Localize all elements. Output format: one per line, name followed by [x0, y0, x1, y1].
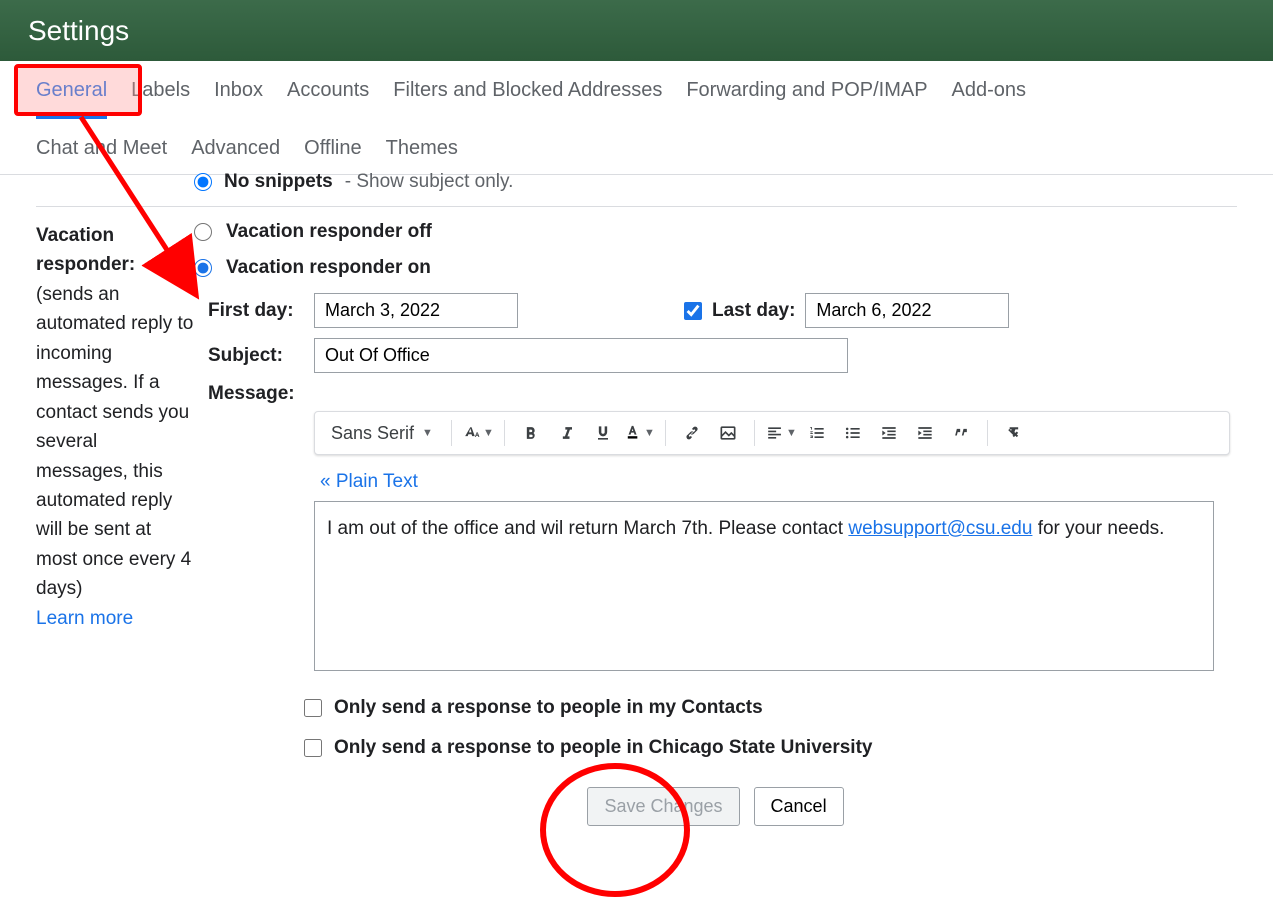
no-snippets-sub: - Show subject only.	[345, 173, 514, 193]
vacation-left: Vacation responder: (sends an automated …	[36, 221, 194, 836]
message-block: Sans Serif ▼ ▼ ▼	[314, 411, 1237, 826]
tab-offline[interactable]: Offline	[304, 131, 361, 174]
font-name: Sans Serif	[331, 423, 414, 444]
toolbar-separator	[754, 420, 755, 446]
first-day-input[interactable]	[314, 293, 518, 328]
responder-on-label: Vacation responder on	[226, 257, 431, 279]
link-icon[interactable]	[676, 418, 708, 448]
only-org-row: Only send a response to people in Chicag…	[304, 737, 1237, 759]
remove-format-icon[interactable]	[998, 418, 1030, 448]
last-day-input[interactable]	[805, 293, 1009, 328]
message-body-link[interactable]: websupport@csu.edu	[848, 518, 1032, 539]
editor-toolbar: Sans Serif ▼ ▼ ▼	[314, 411, 1230, 455]
only-contacts-checkbox[interactable]	[304, 699, 322, 717]
responder-off-label: Vacation responder off	[226, 221, 432, 243]
cancel-button[interactable]: Cancel	[754, 787, 844, 826]
tab-forwarding[interactable]: Forwarding and POP/IMAP	[686, 73, 927, 119]
message-body-post: for your needs.	[1032, 518, 1164, 539]
indent-more-icon[interactable]	[909, 418, 941, 448]
message-label: Message:	[208, 383, 298, 405]
no-snippets-radio[interactable]	[194, 173, 212, 191]
numbered-list-icon[interactable]	[801, 418, 833, 448]
message-editor[interactable]: I am out of the office and wil return Ma…	[314, 501, 1214, 671]
subject-label: Subject:	[208, 345, 298, 367]
tabs-row-1: General Labels Inbox Accounts Filters an…	[20, 61, 1253, 119]
toolbar-separator	[451, 420, 452, 446]
tab-addons[interactable]: Add-ons	[952, 73, 1027, 119]
underline-icon[interactable]	[587, 418, 619, 448]
caret-down-icon: ▼	[483, 427, 494, 439]
page-title: Settings	[28, 15, 129, 47]
tab-chat-meet[interactable]: Chat and Meet	[36, 131, 167, 174]
first-day-label: First day:	[208, 300, 298, 322]
tab-advanced[interactable]: Advanced	[191, 131, 280, 174]
tab-filters[interactable]: Filters and Blocked Addresses	[393, 73, 662, 119]
no-snippets-label: No snippets	[224, 173, 333, 193]
tab-inbox[interactable]: Inbox	[214, 73, 263, 119]
save-button[interactable]: Save Changes	[587, 787, 739, 826]
text-color-icon[interactable]: ▼	[623, 418, 655, 448]
tabs-row-2: Chat and Meet Advanced Offline Themes	[20, 119, 1253, 174]
tab-general[interactable]: General	[36, 73, 107, 119]
bullet-list-icon[interactable]	[837, 418, 869, 448]
image-icon[interactable]	[712, 418, 744, 448]
message-body-pre: I am out of the office and wil return Ma…	[327, 518, 848, 539]
bold-icon[interactable]	[515, 418, 547, 448]
vacation-title: Vacation responder:	[36, 221, 194, 280]
responder-off-radio[interactable]	[194, 223, 212, 241]
last-day-label: Last day:	[712, 300, 795, 322]
toolbar-separator	[987, 420, 988, 446]
only-org-label: Only send a response to people in Chicag…	[334, 737, 872, 759]
content-area: No snippets - Show subject only. Vacatio…	[0, 173, 1273, 856]
indent-less-icon[interactable]	[873, 418, 905, 448]
tab-themes[interactable]: Themes	[386, 131, 458, 174]
only-org-checkbox[interactable]	[304, 739, 322, 757]
toolbar-separator	[665, 420, 666, 446]
responder-on-row: Vacation responder on	[194, 257, 1237, 279]
font-family-select[interactable]: Sans Serif ▼	[323, 419, 441, 448]
font-size-icon[interactable]: ▼	[462, 418, 494, 448]
align-icon[interactable]: ▼	[765, 418, 797, 448]
first-day-row: First day: Last day:	[208, 293, 1237, 328]
header-bar: Settings	[0, 0, 1273, 61]
only-contacts-label: Only send a response to people in my Con…	[334, 697, 763, 719]
settings-tabs: General Labels Inbox Accounts Filters an…	[0, 61, 1273, 175]
vacation-desc: (sends an automated reply to incoming me…	[36, 280, 194, 604]
responder-off-row: Vacation responder off	[194, 221, 1237, 243]
only-contacts-row: Only send a response to people in my Con…	[304, 697, 1237, 719]
learn-more-link[interactable]: Learn more	[36, 608, 133, 629]
plain-text-link[interactable]: « Plain Text	[320, 471, 418, 493]
tab-labels[interactable]: Labels	[131, 73, 190, 119]
message-row: Message:	[208, 383, 1237, 405]
button-row: Save Changes Cancel	[194, 787, 1237, 826]
caret-down-icon: ▼	[786, 427, 797, 439]
caret-down-icon: ▼	[644, 427, 655, 439]
responder-on-radio[interactable]	[194, 259, 212, 277]
italic-icon[interactable]	[551, 418, 583, 448]
last-day-checkbox[interactable]	[684, 302, 702, 320]
tab-accounts[interactable]: Accounts	[287, 73, 369, 119]
last-day-wrap: Last day:	[684, 293, 1009, 328]
vacation-right: Vacation responder off Vacation responde…	[194, 221, 1237, 836]
snippet-option-row: No snippets - Show subject only.	[36, 173, 1237, 207]
subject-input[interactable]	[314, 338, 848, 373]
caret-down-icon: ▼	[422, 427, 433, 439]
subject-row: Subject:	[208, 338, 1237, 373]
quote-icon[interactable]	[945, 418, 977, 448]
vacation-section: Vacation responder: (sends an automated …	[36, 207, 1237, 836]
toolbar-separator	[504, 420, 505, 446]
